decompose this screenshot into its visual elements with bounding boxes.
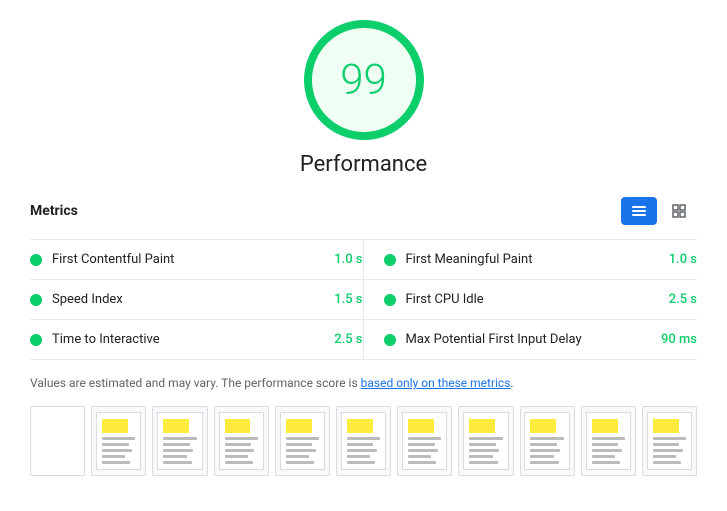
filmstrip bbox=[30, 406, 697, 476]
metrics-right-column: First Meaningful Paint 1.0 s First CPU I… bbox=[364, 240, 698, 360]
score-label: Performance bbox=[300, 152, 427, 177]
metric-dot bbox=[30, 254, 42, 266]
grid-view-button[interactable] bbox=[661, 197, 697, 225]
filmstrip-frame-9 bbox=[520, 406, 575, 476]
metric-max-potential-fid: Max Potential First Input Delay 90 ms bbox=[364, 320, 698, 360]
view-toggle bbox=[621, 197, 697, 225]
metric-dot bbox=[384, 294, 396, 306]
metrics-left-column: First Contentful Paint 1.0 s Speed Index… bbox=[30, 240, 364, 360]
metric-speed-index: Speed Index 1.5 s bbox=[30, 280, 363, 320]
score-section: 99 Performance bbox=[30, 20, 697, 177]
metrics-header: Metrics bbox=[30, 197, 697, 225]
disclaimer-text-before: Values are estimated and may vary. The p… bbox=[30, 376, 361, 390]
filmstrip-frame-10 bbox=[581, 406, 636, 476]
filmstrip-frame-1 bbox=[30, 406, 85, 476]
filmstrip-frame-11 bbox=[642, 406, 697, 476]
metric-value: 2.5 s bbox=[669, 292, 697, 307]
list-view-button[interactable] bbox=[621, 197, 657, 225]
metric-name: First Meaningful Paint bbox=[406, 252, 661, 267]
metric-name: Speed Index bbox=[52, 292, 326, 307]
metrics-title: Metrics bbox=[30, 203, 78, 219]
filmstrip-frame-4 bbox=[214, 406, 269, 476]
metric-time-to-interactive: Time to Interactive 2.5 s bbox=[30, 320, 363, 360]
filmstrip-frame-3 bbox=[152, 406, 207, 476]
metrics-grid: First Contentful Paint 1.0 s Speed Index… bbox=[30, 239, 697, 360]
main-container: 99 Performance Metrics bbox=[0, 0, 727, 496]
score-value: 99 bbox=[340, 56, 387, 105]
disclaimer-text-after: . bbox=[510, 376, 513, 390]
metric-value: 90 ms bbox=[661, 332, 697, 347]
metric-dot bbox=[384, 254, 396, 266]
disclaimer: Values are estimated and may vary. The p… bbox=[30, 374, 697, 392]
metric-value: 1.0 s bbox=[669, 252, 697, 267]
metric-dot bbox=[384, 334, 396, 346]
disclaimer-link[interactable]: based only on these metrics bbox=[361, 376, 511, 390]
metric-name: Max Potential First Input Delay bbox=[406, 332, 653, 347]
filmstrip-frame-5 bbox=[275, 406, 330, 476]
metric-first-cpu-idle: First CPU Idle 2.5 s bbox=[364, 280, 698, 320]
metric-dot bbox=[30, 334, 42, 346]
metric-value: 2.5 s bbox=[334, 332, 362, 347]
metric-first-contentful-paint: First Contentful Paint 1.0 s bbox=[30, 240, 363, 280]
metric-name: First Contentful Paint bbox=[52, 252, 326, 267]
metric-dot bbox=[30, 294, 42, 306]
filmstrip-frame-6 bbox=[336, 406, 391, 476]
metric-value: 1.5 s bbox=[334, 292, 362, 307]
filmstrip-frame-7 bbox=[397, 406, 452, 476]
filmstrip-frame-2 bbox=[91, 406, 146, 476]
filmstrip-frame-8 bbox=[458, 406, 513, 476]
metric-name: Time to Interactive bbox=[52, 332, 326, 347]
metric-value: 1.0 s bbox=[334, 252, 362, 267]
score-circle: 99 bbox=[304, 20, 424, 140]
metric-first-meaningful-paint: First Meaningful Paint 1.0 s bbox=[364, 240, 698, 280]
metric-name: First CPU Idle bbox=[406, 292, 661, 307]
